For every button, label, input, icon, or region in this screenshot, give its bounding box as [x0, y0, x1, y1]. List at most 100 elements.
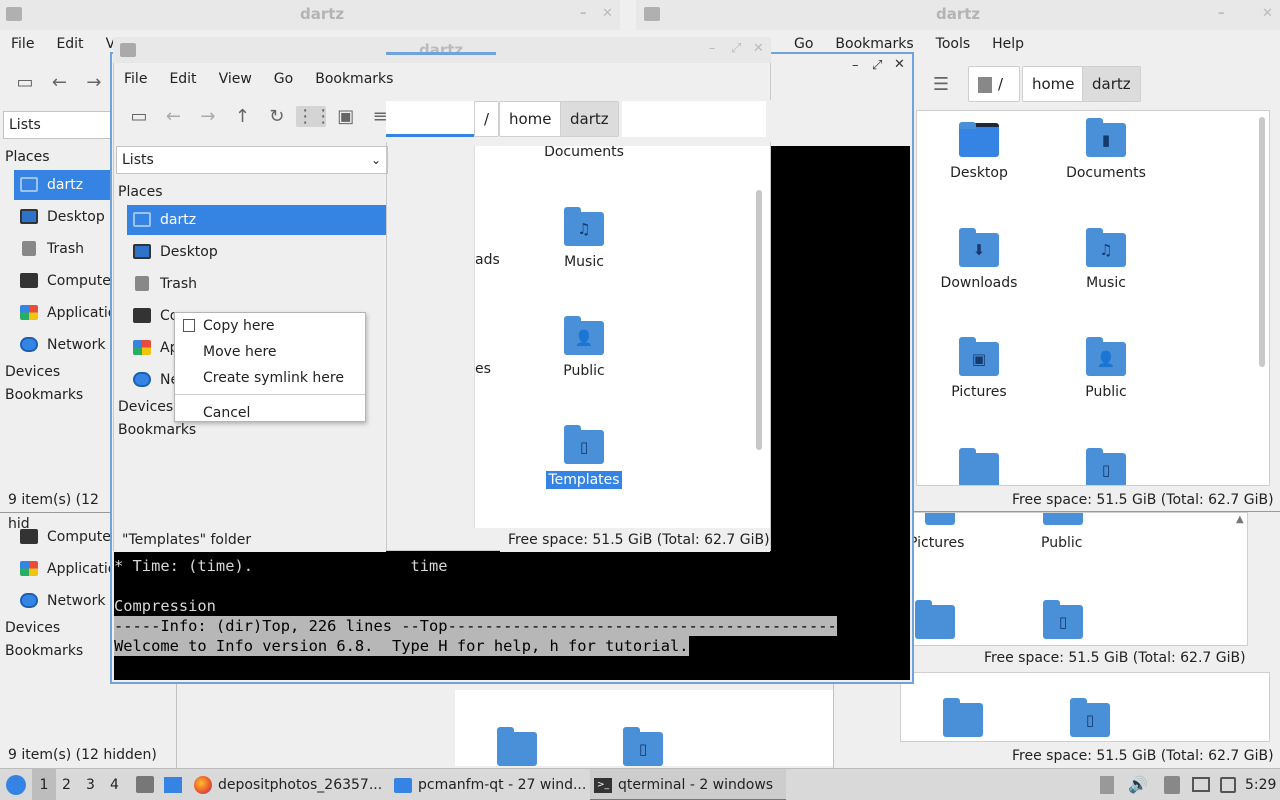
folder-label-downloads: ads [475, 252, 500, 268]
forward-icon[interactable]: → [193, 106, 223, 127]
folder-item[interactable]: ▯ [1046, 448, 1166, 485]
minimize-icon[interactable]: – [852, 58, 859, 73]
minimize-icon[interactable]: – [709, 41, 716, 56]
front-fm-titlebar[interactable]: dartz – ⤢ ✕ [113, 37, 771, 63]
folder-downloads[interactable]: ⬇ Downloads [919, 228, 1039, 291]
folder-item[interactable] [903, 698, 1023, 745]
breadcrumb-root[interactable]: / [474, 101, 500, 137]
sidebar-item-applications[interactable]: Applicatio [14, 298, 116, 328]
menu-go[interactable]: Go [783, 36, 824, 52]
menu-help[interactable]: Help [981, 36, 1035, 52]
clipboard-icon[interactable] [1164, 776, 1180, 794]
applications-icon [133, 340, 151, 355]
breadcrumb-dartz[interactable]: dartz [1082, 66, 1141, 102]
task-firefox[interactable]: depositphotos_26357... [192, 769, 388, 800]
breadcrumb-home[interactable]: home [499, 101, 562, 137]
display-icon[interactable] [1192, 777, 1210, 792]
copy-icon [183, 319, 195, 332]
minimize-icon[interactable]: – [580, 6, 587, 21]
tray-notes-icon[interactable] [1100, 776, 1114, 794]
create-symlink-item[interactable]: Create symlink here [175, 365, 365, 391]
folder-templates[interactable]: ▯ Templates [524, 425, 644, 489]
folder-public[interactable]: 👤 Public [524, 316, 644, 379]
breadcrumb-root[interactable]: / [968, 66, 1020, 102]
vertical-scrollbar[interactable] [756, 190, 762, 450]
menu-tools[interactable]: Tools [925, 36, 982, 52]
folder-item[interactable]: ▯ [1003, 600, 1123, 645]
menu-go[interactable]: Go [263, 71, 304, 87]
minimize-icon[interactable]: – [1218, 6, 1225, 21]
new-tab-icon[interactable]: ▭ [10, 72, 40, 93]
volume-icon[interactable]: 🔊 [1128, 769, 1148, 800]
workspace-1[interactable]: 1 [32, 769, 56, 800]
workspace-2[interactable]: 2 [62, 769, 71, 800]
cancel-item[interactable]: Cancel [175, 400, 365, 426]
sidebar-item-network[interactable]: Network [14, 330, 114, 360]
menu-file[interactable]: File [113, 71, 158, 87]
task-pcmanfm[interactable]: pcmanfm-qt - 27 wind... [392, 769, 588, 800]
up-icon[interactable]: ↑ [227, 106, 257, 127]
breadcrumb-dartz[interactable]: dartz [560, 101, 619, 137]
close-icon[interactable]: ✕ [602, 6, 613, 21]
sidebar-item-dartz[interactable]: dartz [14, 170, 114, 200]
folder-documents[interactable]: ▮ Documents [1046, 118, 1166, 181]
sidebar-item-desktop[interactable]: Desktop [127, 237, 387, 267]
menu-edit[interactable]: Edit [45, 36, 94, 52]
bg-right-lower-pane: Pictures Public ▯ [912, 512, 1248, 646]
maximize-icon[interactable]: ⤢ [731, 41, 741, 56]
sidebar-item-computer[interactable]: Compute [14, 266, 114, 296]
bg-left-titlebar[interactable]: dartz – ✕ [0, 0, 620, 30]
new-tab-icon[interactable]: ▭ [124, 106, 154, 127]
path-edit-box[interactable] [386, 101, 474, 137]
vertical-scrollbar[interactable] [1259, 117, 1265, 367]
menu-file[interactable]: File [0, 36, 45, 52]
back-icon[interactable]: ← [44, 72, 74, 93]
menu-edit[interactable]: Edit [158, 71, 207, 87]
folder-item[interactable] [1043, 513, 1083, 525]
folder-desktop[interactable]: Desktop [919, 122, 1039, 181]
start-menu-icon[interactable] [6, 775, 26, 795]
task-qterminal[interactable]: >_ qterminal - 2 windows [590, 769, 786, 800]
close-icon[interactable]: ✕ [894, 57, 905, 72]
show-desktop-icon[interactable] [164, 777, 182, 793]
menu-bookmarks[interactable]: Bookmarks [824, 36, 924, 52]
back-icon[interactable]: ← [158, 106, 188, 127]
move-here-item[interactable]: Move here [175, 339, 365, 365]
workspace-3[interactable]: 3 [86, 769, 95, 800]
folder-item[interactable] [913, 600, 995, 645]
breadcrumb-home[interactable]: home [1022, 66, 1085, 102]
workspace-4[interactable]: 4 [110, 769, 119, 800]
folder-item[interactable] [925, 513, 955, 525]
folder-pictures[interactable]: ▣ Pictures [919, 337, 1039, 400]
close-icon[interactable]: ✕ [1262, 6, 1273, 21]
folder-music[interactable]: ♫ Music [524, 207, 644, 270]
bg-right-titlebar[interactable]: dartz – ✕ [636, 0, 1280, 30]
list-view-icon[interactable]: ☰ [926, 74, 956, 95]
trash-icon [135, 276, 149, 291]
thumbnail-view-icon[interactable]: ▣ [331, 106, 361, 127]
menu-view[interactable]: View [208, 71, 263, 87]
folder-item[interactable]: ▯ [1030, 698, 1150, 745]
lower-scrollbar-arrows[interactable]: ▲ [1236, 514, 1244, 525]
close-icon[interactable]: ✕ [753, 41, 764, 56]
places-combo[interactable]: Lists [3, 111, 113, 139]
folder-icon [6, 7, 22, 21]
sidebar-item-trash[interactable]: Trash [127, 269, 387, 299]
icon-view-icon[interactable]: ⋮⋮ [296, 106, 332, 127]
sidebar-item-dartz[interactable]: dartz [127, 205, 387, 235]
network-tray-icon[interactable] [1220, 777, 1236, 793]
menu-bookmarks[interactable]: Bookmarks [304, 71, 404, 87]
sidebar-item-trash[interactable]: Trash [14, 234, 114, 264]
clock[interactable]: 5:29 [1245, 769, 1276, 800]
sidebar-item-desktop[interactable]: Desktop [14, 202, 114, 232]
folder-public[interactable]: 👤 Public [1046, 337, 1166, 400]
folder-documents[interactable]: Documents [524, 146, 644, 160]
file-manager-launcher-icon[interactable] [136, 776, 154, 793]
copy-here-item[interactable]: Copy here [175, 313, 365, 339]
forward-icon[interactable]: → [79, 72, 109, 93]
places-combo[interactable]: Lists ⌄ [116, 146, 388, 174]
folder-item[interactable] [919, 448, 1039, 485]
reload-icon[interactable]: ↻ [262, 106, 292, 127]
folder-music[interactable]: ♫ Music [1046, 228, 1166, 291]
maximize-icon[interactable]: ⤢ [872, 58, 882, 73]
